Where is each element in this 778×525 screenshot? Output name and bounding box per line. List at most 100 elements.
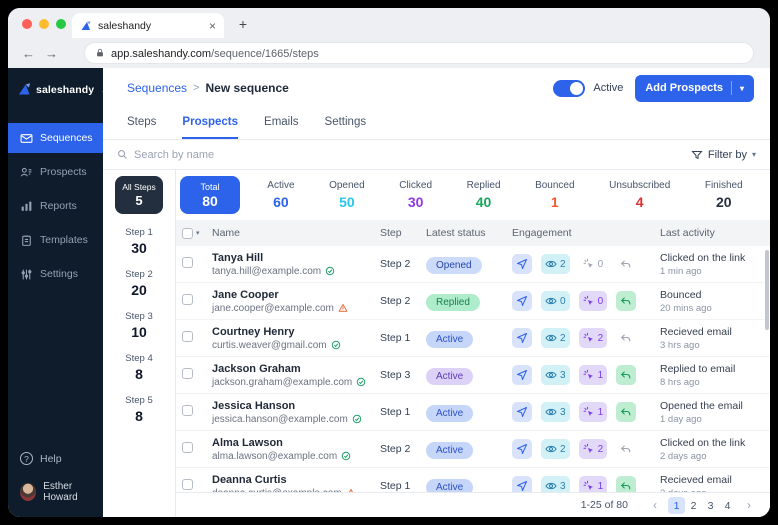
engagement-cell: 22: [512, 439, 660, 459]
prev-page-icon[interactable]: ‹: [650, 498, 660, 512]
column-engagement: Engagement: [512, 227, 660, 239]
page-2[interactable]: 2: [685, 497, 702, 514]
step-filter-3[interactable]: Step 310: [125, 311, 152, 340]
prospect-email: alma.lawson@example.com: [212, 451, 380, 462]
help-item[interactable]: ? Help: [8, 452, 103, 465]
active-toggle[interactable]: [553, 80, 585, 97]
stat-value: 1: [535, 194, 574, 210]
tab-prospects[interactable]: Prospects: [182, 108, 238, 139]
browser-tab[interactable]: saleshandy ×: [72, 13, 224, 38]
row-checkbox[interactable]: [182, 294, 193, 305]
sent-icon: [512, 291, 532, 311]
verified-icon: [352, 414, 362, 424]
stat-total-value: 80: [202, 193, 218, 209]
stat-unsubscribed[interactable]: Unsubscribed4: [609, 180, 670, 210]
avatar: [20, 483, 36, 501]
filter-by-button[interactable]: Filter by ▾: [691, 149, 756, 161]
chevron-down-icon[interactable]: ▾: [196, 229, 200, 237]
step-filter-1[interactable]: Step 130: [125, 227, 152, 256]
sidebar-item-prospects[interactable]: Prospects: [8, 157, 103, 187]
search-icon: [117, 149, 128, 160]
stat-finished[interactable]: Finished20: [705, 180, 743, 210]
prospect-name: Jackson Graham: [212, 363, 380, 375]
verified-icon: [325, 266, 335, 276]
status-badge: Active: [426, 331, 473, 348]
stat-active[interactable]: Active60: [267, 180, 294, 210]
last-activity: Bounced: [660, 289, 770, 301]
reply-icon: [616, 291, 636, 311]
all-steps-filter[interactable]: All Steps 5: [115, 176, 163, 214]
user-item[interactable]: Esther Howard: [8, 481, 103, 503]
engagement-cell: 22: [512, 328, 660, 348]
tab-steps[interactable]: Steps: [127, 108, 156, 139]
forward-icon[interactable]: →: [45, 46, 58, 61]
sidebar-item-reports[interactable]: Reports: [8, 191, 103, 221]
sidebar-item-sequences[interactable]: Sequences: [8, 123, 103, 153]
vertical-scrollbar[interactable]: [765, 250, 769, 330]
main-content: Sequences > New sequence Active Add Pros…: [103, 68, 770, 517]
brand: saleshandy ←|: [8, 68, 103, 97]
row-checkbox[interactable]: [182, 257, 193, 268]
search-input[interactable]: [134, 149, 691, 161]
column-last-activity: Last activity: [660, 227, 770, 239]
step-filter-2[interactable]: Step 2 20: [125, 269, 152, 298]
close-window-icon[interactable]: [22, 19, 32, 29]
stat-value: 20: [705, 194, 743, 210]
last-activity: Opened the email: [660, 400, 770, 412]
page-3[interactable]: 3: [702, 497, 719, 514]
step-filter-5[interactable]: Step 58: [125, 395, 152, 424]
breadcrumb-sequences[interactable]: Sequences: [127, 81, 187, 95]
search-row: Filter by ▾: [103, 140, 770, 170]
tab-emails[interactable]: Emails: [264, 108, 299, 139]
step-filter-4[interactable]: Step 48: [125, 353, 152, 382]
stats-items: Active60 Opened50 Clicked30 Replied40 Bounce…: [240, 180, 770, 210]
back-icon[interactable]: ←: [22, 46, 35, 61]
prospect-email-text: tanya.hill@example.com: [212, 266, 321, 277]
button-divider: [731, 81, 732, 95]
sidebar-item-settings[interactable]: Settings: [8, 259, 103, 289]
row-checkbox[interactable]: [182, 331, 193, 342]
stat-opened[interactable]: Opened50: [329, 180, 365, 210]
step-value: 20: [125, 282, 152, 298]
chevron-down-icon[interactable]: ▾: [740, 84, 744, 93]
pagination-range: 1-25 of 80: [581, 499, 628, 511]
page-1[interactable]: 1: [668, 497, 685, 514]
step-label: Step 2: [125, 269, 152, 280]
maximize-window-icon[interactable]: [56, 19, 66, 29]
stat-total-label: Total: [200, 182, 219, 192]
prospect-name: Jessica Hanson: [212, 400, 380, 412]
sidebar: saleshandy ←| Sequences Prospects Reports T…: [8, 68, 103, 517]
tab-close-icon[interactable]: ×: [209, 19, 216, 33]
tab-settings[interactable]: Settings: [325, 108, 367, 139]
page-4[interactable]: 4: [719, 497, 736, 514]
row-checkbox[interactable]: [182, 368, 193, 379]
row-checkbox[interactable]: [182, 442, 193, 453]
address-bar[interactable]: app.saleshandy.com/sequence/1665/steps: [84, 42, 754, 64]
stat-bounced[interactable]: Bounced1: [535, 180, 574, 210]
prospect-email: jane.cooper@example.com: [212, 303, 380, 314]
help-icon: ?: [20, 452, 33, 465]
toggle-label: Active: [593, 82, 623, 94]
sliders-icon: [20, 268, 33, 281]
prospect-step: Step 2: [380, 443, 426, 455]
next-page-icon[interactable]: ›: [744, 498, 754, 512]
stat-replied[interactable]: Replied40: [467, 180, 501, 210]
row-checkbox[interactable]: [182, 479, 193, 490]
step-value: 30: [125, 240, 152, 256]
clipboard-icon: [20, 234, 33, 247]
stat-total[interactable]: Total 80: [180, 176, 240, 214]
row-checkbox[interactable]: [182, 405, 193, 416]
help-label: Help: [40, 453, 62, 465]
minimize-window-icon[interactable]: [39, 19, 49, 29]
sidebar-item-templates[interactable]: Templates: [8, 225, 103, 255]
stat-clicked[interactable]: Clicked30: [399, 180, 432, 210]
select-all-checkbox[interactable]: [182, 228, 193, 239]
pagination: 1-25 of 80 ‹ 1234 ›: [176, 492, 770, 517]
last-activity: Recieved email: [660, 326, 770, 338]
stat-label: Clicked: [399, 180, 432, 191]
step-label: Step 3: [125, 311, 152, 322]
add-prospects-button[interactable]: Add Prospects ▾: [635, 75, 754, 102]
new-tab-icon[interactable]: +: [234, 16, 252, 32]
clicks-count: 1: [579, 365, 608, 385]
sidebar-item-label: Prospects: [40, 166, 87, 178]
